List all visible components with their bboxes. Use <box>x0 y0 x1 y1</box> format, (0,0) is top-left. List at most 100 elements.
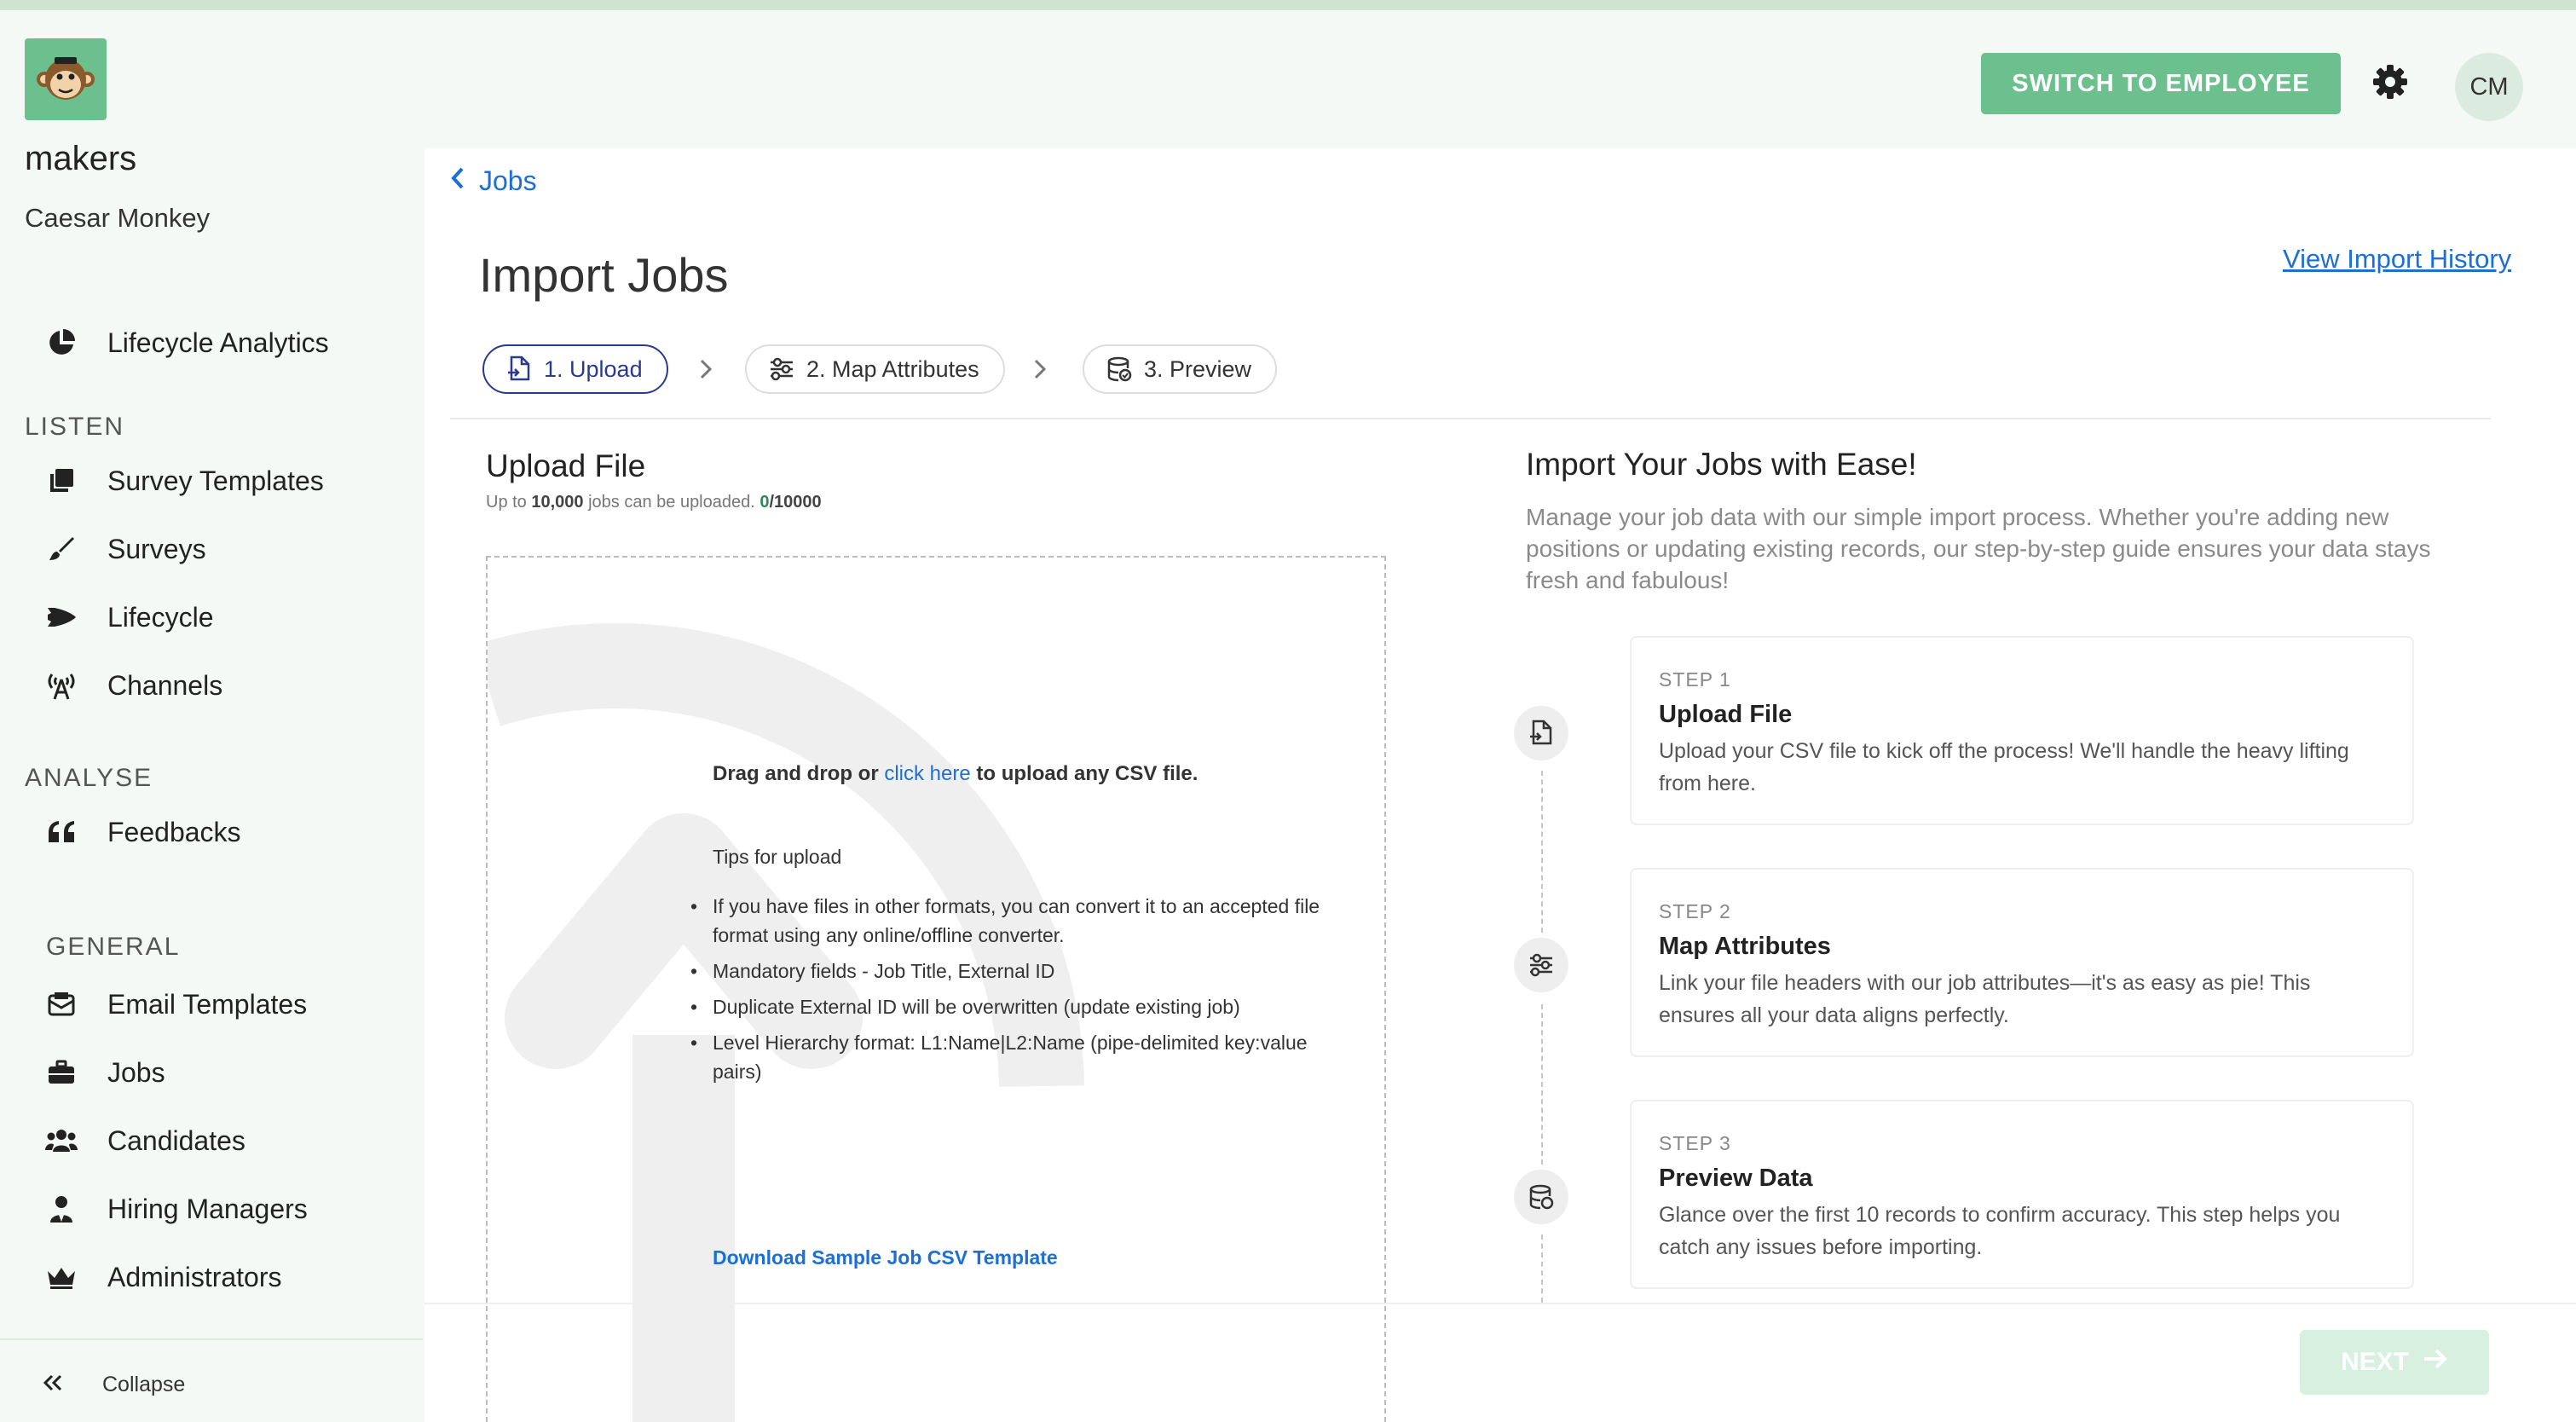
sidebar-item-label: Administrators <box>107 1261 282 1292</box>
sidebar-item-label: Survey Templates <box>107 465 324 496</box>
tab-upload[interactable]: 1. Upload <box>482 344 668 394</box>
users-icon <box>43 1122 80 1159</box>
collapse-button[interactable]: Collapse <box>43 1373 185 1397</box>
guide-description: Manage your job data with our simple imp… <box>1526 504 2431 593</box>
back-label: Jobs <box>479 165 537 196</box>
step-title: Map Attributes <box>1659 933 1831 960</box>
step-title: Upload File <box>1659 701 1793 728</box>
guide-step-card: STEP 1 Upload File Upload your CSV file … <box>1630 636 2414 825</box>
sliders-icon <box>1514 938 1568 992</box>
tab-label: 3. Preview <box>1144 356 1252 382</box>
next-label: NEXT <box>2340 1348 2409 1376</box>
gear-icon[interactable] <box>2371 63 2409 101</box>
sidebar-item-candidates[interactable]: Candidates <box>43 1115 245 1166</box>
arrow-right-icon <box>2423 1348 2448 1377</box>
chevron-left-icon <box>450 165 465 197</box>
step-label: STEP 3 <box>1659 1132 1731 1154</box>
database-icon <box>1514 1170 1568 1224</box>
list-item: If you have files in other formats, you … <box>690 892 1326 950</box>
main-panel: Jobs Import Jobs View Import History 1. … <box>425 148 2576 1422</box>
sidebar-item-label: Lifecycle Analytics <box>107 327 329 358</box>
timeline-connector <box>1541 771 1543 933</box>
paint-brush-icon <box>43 530 80 568</box>
top-accent-bar <box>0 0 2576 10</box>
back-to-jobs-link[interactable]: Jobs <box>450 165 537 197</box>
guide-step-card: STEP 2 Map Attributes Link your file hea… <box>1630 868 2414 1057</box>
sidebar-item-label: Channels <box>107 669 223 701</box>
space-shuttle-icon <box>43 598 80 636</box>
sidebar-item-label: Feedbacks <box>107 816 241 847</box>
file-dropzone[interactable]: Drag and drop or click here to upload an… <box>486 556 1386 1422</box>
broadcast-tower-icon <box>43 667 80 704</box>
sidebar-divider <box>0 1338 423 1340</box>
switch-to-employee-button[interactable]: SWITCH TO EMPLOYEE <box>1981 53 2341 114</box>
list-item: Mandatory fields - Job Title, External I… <box>690 957 1326 986</box>
collapse-label: Collapse <box>102 1373 186 1396</box>
user-name: Caesar Monkey <box>25 203 211 233</box>
monkey-logo-icon[interactable] <box>25 38 107 120</box>
chevron-right-icon <box>699 358 713 384</box>
section-title-general: GENERAL <box>46 933 181 961</box>
steps-divider <box>450 418 2491 419</box>
tab-preview[interactable]: 3. Preview <box>1083 344 1278 394</box>
sidebar-item-lifecycle-analytics[interactable]: Lifecycle Analytics <box>43 317 329 368</box>
guide-step-card: STEP 3 Preview Data Glance over the firs… <box>1630 1100 2414 1289</box>
envelope-icon <box>43 986 80 1023</box>
sidebar-item-lifecycle[interactable]: Lifecycle <box>43 592 214 643</box>
sidebar-item-administrators[interactable]: Administrators <box>43 1251 282 1303</box>
sidebar-item-email-templates[interactable]: Email Templates <box>43 979 307 1030</box>
sidebar-item-label: Lifecycle <box>107 601 214 633</box>
section-title-listen: LISTEN <box>25 413 125 441</box>
guide-title: Import Your Jobs with Ease! <box>1526 447 1917 482</box>
sidebar-item-label: Email Templates <box>107 988 308 1020</box>
next-button[interactable]: NEXT <box>2300 1330 2489 1395</box>
page-title: Import Jobs <box>479 248 729 302</box>
database-icon <box>1106 356 1132 382</box>
step-label: STEP 1 <box>1659 668 1731 691</box>
step-description: Upload your CSV file to kick off the pro… <box>1659 739 2349 795</box>
tips-title: Tips for upload <box>713 846 842 868</box>
timeline-connector <box>1541 1004 1543 1165</box>
view-import-history-link[interactable]: View Import History <box>2283 244 2511 275</box>
step-title: Preview Data <box>1659 1165 1813 1192</box>
sidebar-item-survey-templates[interactable]: Survey Templates <box>43 455 324 506</box>
upload-limit-text: Up to 10,000 jobs can be uploaded. 0/100… <box>486 493 822 512</box>
sidebar-item-surveys[interactable]: Surveys <box>43 523 206 575</box>
list-item: Duplicate External ID will be overwritte… <box>690 992 1326 1021</box>
sidebar-item-feedbacks[interactable]: Feedbacks <box>43 806 241 858</box>
sliders-icon <box>769 357 794 381</box>
crown-icon <box>43 1258 80 1296</box>
download-sample-link[interactable]: Download Sample Job CSV Template <box>713 1246 1058 1269</box>
sidebar-item-label: Jobs <box>107 1056 165 1088</box>
copy-icon <box>43 462 80 500</box>
sidebar: makers Caesar Monkey Lifecycle Analytics… <box>0 10 423 1422</box>
tips-list: If you have files in other formats, you … <box>690 892 1326 1093</box>
step-label: STEP 2 <box>1659 900 1731 922</box>
tab-label: 1. Upload <box>544 356 643 382</box>
briefcase-icon <box>43 1054 80 1091</box>
upload-file-title: Upload File <box>486 448 646 483</box>
list-item: Level Hierarchy format: L1:Name|L2:Name … <box>690 1028 1326 1086</box>
sidebar-item-jobs[interactable]: Jobs <box>43 1047 165 1098</box>
click-here-link[interactable]: click here <box>884 762 970 785</box>
chevron-right-icon <box>1033 358 1047 384</box>
user-tie-icon <box>43 1190 80 1228</box>
step-description: Link your file headers with our job attr… <box>1659 971 2311 1027</box>
sidebar-item-label: Surveys <box>107 533 206 564</box>
section-title-analyse: ANALYSE <box>25 764 153 792</box>
sidebar-item-label: Candidates <box>107 1124 245 1156</box>
sidebar-item-hiring-managers[interactable]: Hiring Managers <box>43 1183 308 1234</box>
footer-divider <box>425 1303 2576 1304</box>
file-import-icon <box>506 356 532 383</box>
sidebar-item-channels[interactable]: Channels <box>43 660 222 711</box>
double-chevron-left-icon <box>43 1373 63 1396</box>
tab-label: 2. Map Attributes <box>806 356 979 382</box>
quote-icon <box>43 813 80 851</box>
tab-map-attributes[interactable]: 2. Map Attributes <box>745 344 1005 394</box>
avatar[interactable]: CM <box>2455 53 2523 121</box>
step-description: Glance over the first 10 records to conf… <box>1659 1203 2341 1259</box>
file-import-icon <box>1514 706 1568 760</box>
pie-chart-icon <box>43 324 80 361</box>
org-name: makers <box>25 140 137 177</box>
dropzone-instructions: Drag and drop or click here to upload an… <box>713 762 1198 785</box>
